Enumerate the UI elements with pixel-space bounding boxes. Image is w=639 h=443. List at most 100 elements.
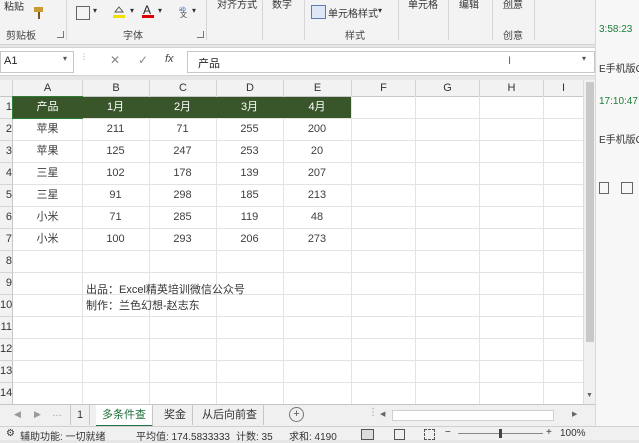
table-cell[interactable]: 小米	[13, 207, 82, 228]
accessibility-icon[interactable]: ⚙	[6, 428, 15, 439]
name-box[interactable]: A1 ▾	[0, 51, 74, 73]
zoom-slider-thumb[interactable]	[499, 429, 502, 438]
cell-styles-button[interactable]: 单元格样式	[328, 5, 378, 20]
clipboard-launcher-icon[interactable]	[57, 31, 64, 38]
name-box-dropdown-icon[interactable]: ▾	[63, 54, 67, 63]
zoom-level[interactable]: 100%	[560, 428, 586, 439]
tab-splitter-icon[interactable]: ⋮	[368, 407, 378, 418]
table-cell[interactable]: 178	[149, 163, 216, 184]
formula-input[interactable]: 产品 I ▾	[187, 51, 595, 73]
editing-button[interactable]: 编辑	[459, 0, 479, 11]
worksheet-grid[interactable]: A B C D E F G H I 1 2 3 4 5 6 7 8 9 10 1…	[0, 80, 583, 404]
table-cell[interactable]: 小米	[13, 229, 82, 250]
table-cell[interactable]: 119	[216, 207, 283, 228]
scroll-down-icon[interactable]: ▼	[586, 392, 593, 399]
row-header[interactable]: 7	[0, 229, 13, 251]
table-cell[interactable]: 207	[283, 163, 351, 184]
column-header[interactable]: D	[217, 80, 284, 97]
zoom-out-icon[interactable]: −	[445, 427, 451, 438]
column-header[interactable]: C	[150, 80, 217, 97]
alignment-button[interactable]: 对齐方式	[217, 0, 257, 11]
column-header[interactable]: F	[352, 80, 416, 97]
table-cell[interactable]: 247	[149, 141, 216, 162]
cancel-icon[interactable]: ✕	[110, 53, 120, 67]
add-sheet-icon[interactable]: +	[289, 407, 304, 422]
insert-function-button[interactable]: fx	[165, 53, 174, 65]
hscroll-right-icon[interactable]: ▶	[572, 410, 577, 418]
fill-color-icon[interactable]	[112, 4, 126, 18]
message-snippet[interactable]: E手机版Q	[599, 60, 639, 75]
border-dropdown-icon[interactable]: ▾	[93, 6, 97, 15]
accessibility-status[interactable]: 辅助功能: 一切就绪	[20, 428, 106, 443]
copy-icon[interactable]	[621, 182, 633, 194]
column-header[interactable]: H	[480, 80, 544, 97]
table-cell[interactable]: 125	[82, 141, 149, 162]
row-header[interactable]: 5	[0, 185, 13, 207]
table-header-cell[interactable]: 4月	[283, 97, 351, 118]
table-cell[interactable]: 三星	[13, 163, 82, 184]
hscroll-left-icon[interactable]: ◀	[380, 410, 385, 418]
fill-dropdown-icon[interactable]: ▾	[130, 6, 134, 15]
phonetic-dropdown-icon[interactable]: ▾	[192, 6, 196, 15]
table-cell[interactable]: 139	[216, 163, 283, 184]
column-header[interactable]: E	[284, 80, 352, 97]
table-cell[interactable]: 211	[82, 119, 149, 140]
row-header[interactable]: 13	[0, 361, 13, 383]
table-cell[interactable]: 100	[82, 229, 149, 250]
table-cell[interactable]: 102	[82, 163, 149, 184]
table-cell[interactable]: 293	[149, 229, 216, 250]
format-painter-icon[interactable]	[32, 6, 46, 20]
folder-icon[interactable]	[599, 182, 609, 194]
page-layout-icon[interactable]	[394, 429, 405, 440]
sheet-tab[interactable]: 奖金	[158, 405, 193, 425]
table-cell[interactable]: 185	[216, 185, 283, 206]
row-header[interactable]: 14	[0, 383, 13, 404]
message-snippet[interactable]: E手机版Q	[599, 131, 639, 146]
expand-formula-icon[interactable]: ▾	[582, 54, 586, 63]
table-header-cell[interactable]: 2月	[149, 97, 216, 118]
row-header[interactable]: 12	[0, 339, 13, 361]
table-header-cell[interactable]: 产品	[12, 96, 83, 119]
table-cell[interactable]: 253	[216, 141, 283, 162]
row-header[interactable]: 8	[0, 251, 13, 273]
table-cell[interactable]: 三星	[13, 185, 82, 206]
row-header[interactable]: 2	[0, 119, 13, 141]
table-cell[interactable]: 255	[216, 119, 283, 140]
table-cell[interactable]: 200	[283, 119, 351, 140]
font-color-icon[interactable]: A	[141, 3, 155, 19]
credit-line[interactable]: 出品：Excel精英培训微信公众号	[86, 281, 245, 297]
cell-styles-icon[interactable]	[311, 5, 326, 19]
table-cell[interactable]: 48	[283, 207, 351, 228]
table-header-cell[interactable]: 3月	[216, 97, 283, 118]
normal-view-icon[interactable]	[361, 429, 374, 440]
table-cell[interactable]: 298	[149, 185, 216, 206]
zoom-in-icon[interactable]: +	[546, 427, 552, 438]
paste-label[interactable]: 粘贴	[4, 0, 24, 13]
table-cell[interactable]: 213	[283, 185, 351, 206]
tab-scroll-left-icon[interactable]: ◀	[14, 409, 21, 420]
table-cell[interactable]: 206	[216, 229, 283, 250]
sheet-tab[interactable]: 从后向前查	[196, 405, 264, 425]
table-cell[interactable]: 273	[283, 229, 351, 250]
row-header[interactable]: 10	[0, 295, 13, 317]
column-header[interactable]: G	[416, 80, 480, 97]
tab-more-icon[interactable]: …	[52, 408, 62, 419]
table-cell[interactable]: 71	[149, 119, 216, 140]
border-icon[interactable]	[76, 6, 90, 20]
table-cell[interactable]: 苹果	[13, 119, 82, 140]
page-break-icon[interactable]	[424, 429, 435, 440]
row-header[interactable]: 6	[0, 207, 13, 229]
scroll-thumb[interactable]	[586, 82, 594, 342]
row-header[interactable]: 1	[0, 97, 13, 119]
row-header[interactable]: 3	[0, 141, 13, 163]
column-header[interactable]: B	[83, 80, 150, 97]
cell-styles-dropdown-icon[interactable]: ▾	[378, 6, 382, 15]
column-header[interactable]: A	[13, 80, 83, 97]
table-cell[interactable]: 285	[149, 207, 216, 228]
table-cell[interactable]: 71	[82, 207, 149, 228]
number-button[interactable]: 数字	[272, 0, 292, 11]
row-header[interactable]: 9	[0, 273, 13, 295]
table-cell[interactable]: 91	[82, 185, 149, 206]
author-line[interactable]: 制作：兰色幻想-赵志东	[86, 297, 200, 313]
select-all-corner[interactable]	[0, 80, 13, 97]
